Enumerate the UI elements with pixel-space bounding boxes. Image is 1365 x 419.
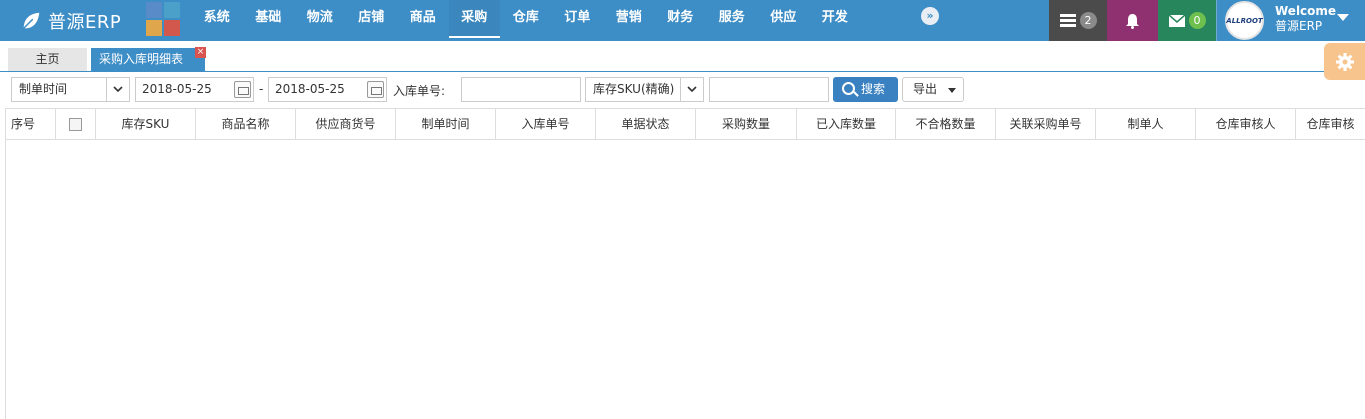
menu-item-warehouse[interactable]: 仓库 bbox=[500, 0, 552, 38]
bell-icon bbox=[1126, 13, 1139, 29]
app-brand-name: 普源ERP bbox=[48, 11, 122, 33]
column-header-purchase-qty[interactable]: 采购数量 bbox=[696, 109, 797, 139]
date-type-select[interactable]: 制单时间 bbox=[11, 77, 130, 102]
tasks-icon bbox=[1059, 14, 1076, 27]
tile bbox=[164, 20, 180, 36]
notifications-button[interactable] bbox=[1107, 0, 1158, 41]
column-header-sku[interactable]: 库存SKU bbox=[96, 109, 196, 139]
menu-item-stores[interactable]: 店铺 bbox=[346, 0, 398, 38]
export-button-label: 导出 bbox=[913, 82, 938, 96]
chevron-down-icon bbox=[106, 78, 129, 101]
column-header-creator[interactable]: 制单人 bbox=[1096, 109, 1196, 139]
tile bbox=[146, 20, 162, 36]
table-header: 序号 库存SKU 商品名称 供应商货号 制单时间 入库单号 单据状态 采购数量 … bbox=[6, 108, 1365, 140]
tab-purchase-inbound-detail[interactable]: 采购入库明细表 × bbox=[91, 47, 206, 71]
date-range-separator: - bbox=[259, 82, 264, 96]
double-chevron-right-icon[interactable]: » bbox=[921, 7, 939, 25]
gear-icon bbox=[1335, 52, 1354, 71]
sku-mode-value: 库存SKU(精确) bbox=[593, 82, 675, 96]
column-header-status[interactable]: 单据状态 bbox=[596, 109, 696, 139]
column-header-warehouse-reviewer[interactable]: 仓库审核人 bbox=[1196, 109, 1296, 139]
search-button[interactable]: 搜索 bbox=[833, 77, 898, 102]
menu-item-products[interactable]: 商品 bbox=[397, 0, 449, 38]
tasks-count-badge: 2 bbox=[1079, 12, 1097, 29]
date-to-input[interactable]: 2018-05-25 bbox=[268, 77, 387, 102]
export-button[interactable]: 导出 bbox=[902, 77, 964, 102]
messages-button[interactable]: 0 bbox=[1158, 0, 1216, 41]
tile bbox=[164, 2, 180, 18]
username: 普源ERP bbox=[1275, 19, 1323, 33]
tile bbox=[146, 2, 162, 18]
search-button-label: 搜索 bbox=[861, 82, 886, 96]
caret-down-icon bbox=[948, 88, 956, 93]
envelope-icon bbox=[1168, 14, 1185, 27]
menu-item-develop[interactable]: 开发 bbox=[809, 0, 861, 38]
main-menu: 系统 基础 物流 店铺 商品 采购 仓库 订单 营销 财务 服务 供应 开发 bbox=[191, 0, 861, 41]
close-icon[interactable]: × bbox=[195, 47, 206, 58]
date-type-value: 制单时间 bbox=[19, 82, 68, 96]
tab-label: 采购入库明细表 bbox=[99, 52, 184, 66]
avatar-logo-text: ALLROOT bbox=[1226, 16, 1263, 25]
app-grid-icon[interactable] bbox=[146, 2, 180, 36]
menu-item-orders[interactable]: 订单 bbox=[552, 0, 604, 38]
leaf-icon bbox=[23, 12, 40, 29]
column-header-related-po-no[interactable]: 关联采购单号 bbox=[996, 109, 1096, 139]
data-grid: 序号 库存SKU 商品名称 供应商货号 制单时间 入库单号 单据状态 采购数量 … bbox=[5, 108, 1365, 419]
search-icon bbox=[842, 82, 855, 95]
column-header-rejected-qty[interactable]: 不合格数量 bbox=[896, 109, 996, 139]
select-all-checkbox[interactable] bbox=[69, 118, 82, 131]
menu-item-service[interactable]: 服务 bbox=[706, 0, 758, 38]
menu-item-supply[interactable]: 供应 bbox=[758, 0, 810, 38]
page-tabs: 主页 采购入库明细表 × bbox=[0, 41, 1365, 72]
menu-item-finance[interactable]: 财务 bbox=[655, 0, 707, 38]
avatar: ALLROOT bbox=[1225, 1, 1264, 40]
inbound-no-input[interactable] bbox=[461, 77, 581, 102]
column-header-received-qty[interactable]: 已入库数量 bbox=[797, 109, 896, 139]
menu-item-basic[interactable]: 基础 bbox=[243, 0, 295, 38]
inbound-no-label: 入库单号: bbox=[393, 84, 446, 98]
column-header-select-all[interactable] bbox=[56, 109, 96, 139]
user-menu[interactable]: ALLROOT Welcome 普源ERP bbox=[1216, 0, 1365, 41]
column-header-supplier-item-no[interactable]: 供应商货号 bbox=[296, 109, 396, 139]
column-header-created-time[interactable]: 制单时间 bbox=[396, 109, 496, 139]
welcome-text: Welcome bbox=[1275, 4, 1337, 18]
user-welcome: Welcome 普源ERP bbox=[1275, 4, 1336, 34]
top-navbar: 普源ERP 系统 基础 物流 店铺 商品 采购 仓库 订单 营销 财务 服务 供… bbox=[0, 0, 1365, 41]
caret-down-icon bbox=[1337, 14, 1349, 21]
chevron-down-icon bbox=[680, 78, 703, 101]
menu-item-system[interactable]: 系统 bbox=[191, 0, 243, 38]
sku-mode-select[interactable]: 库存SKU(精确) bbox=[585, 77, 704, 102]
filter-bar: 制单时间 2018-05-25 - 2018-05-25 入库单号: 库存SKU… bbox=[0, 72, 1365, 108]
date-from-value: 2018-05-25 bbox=[142, 82, 212, 96]
menu-item-purchase[interactable]: 采购 bbox=[448, 0, 500, 38]
calendar-icon[interactable] bbox=[234, 81, 251, 98]
date-from-input[interactable]: 2018-05-25 bbox=[135, 77, 254, 102]
menu-item-logistics[interactable]: 物流 bbox=[294, 0, 346, 38]
tasks-button[interactable]: 2 bbox=[1049, 0, 1107, 41]
menu-item-marketing[interactable]: 营销 bbox=[603, 0, 655, 38]
messages-count-badge: 0 bbox=[1188, 12, 1206, 29]
tab-home[interactable]: 主页 bbox=[8, 48, 87, 71]
date-to-value: 2018-05-25 bbox=[275, 82, 345, 96]
column-header-warehouse-review[interactable]: 仓库审核 bbox=[1296, 109, 1365, 139]
column-header-inbound-no[interactable]: 入库单号 bbox=[496, 109, 596, 139]
column-header-product-name[interactable]: 商品名称 bbox=[196, 109, 296, 139]
sku-input[interactable] bbox=[709, 77, 829, 102]
calendar-icon[interactable] bbox=[367, 81, 384, 98]
column-header-index[interactable]: 序号 bbox=[6, 109, 56, 139]
app-logo[interactable]: 普源ERP bbox=[20, 0, 121, 41]
